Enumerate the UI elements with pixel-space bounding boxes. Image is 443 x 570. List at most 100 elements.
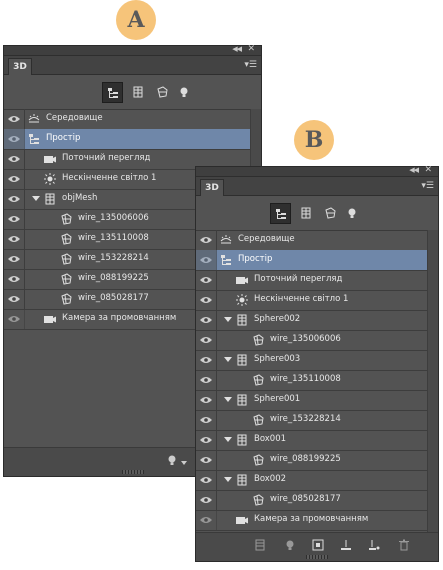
render-icon[interactable] bbox=[312, 539, 324, 551]
material-icon bbox=[252, 454, 264, 466]
layer-row[interactable]: Sphere002 bbox=[196, 310, 427, 331]
drop-to-ground-icon[interactable] bbox=[368, 539, 380, 551]
scene-icon bbox=[220, 254, 232, 266]
layer-label: Камера за промовчанням bbox=[62, 313, 177, 323]
filter-materials-button[interactable] bbox=[320, 203, 340, 223]
visibility-eye-icon[interactable] bbox=[196, 230, 217, 250]
camera-icon bbox=[44, 313, 56, 325]
visibility-eye-icon[interactable] bbox=[4, 249, 25, 269]
layer-row[interactable]: wire_088199225 bbox=[196, 450, 427, 471]
expand-triangle-icon[interactable] bbox=[224, 437, 232, 442]
layer-row[interactable]: Простір bbox=[4, 129, 250, 150]
layer-row[interactable]: Середовище bbox=[4, 109, 250, 130]
layer-label: wire_135006006 bbox=[270, 334, 341, 344]
visibility-eye-icon[interactable] bbox=[4, 209, 25, 229]
visibility-eye-icon[interactable] bbox=[196, 430, 217, 450]
visibility-eye-icon[interactable] bbox=[196, 290, 217, 310]
panel-menu-icon[interactable]: ▾☰ bbox=[244, 60, 257, 70]
filter-meshes-button[interactable] bbox=[296, 203, 316, 223]
layer-label: Середовище bbox=[238, 234, 295, 244]
layer-row[interactable]: wire_135110008 bbox=[196, 370, 427, 391]
layer-row[interactable]: Середовище bbox=[196, 230, 427, 251]
filter-whole-scene-button[interactable] bbox=[102, 82, 123, 103]
material-icon bbox=[60, 253, 72, 265]
layer-row[interactable]: Sphere001 bbox=[196, 390, 427, 411]
filter-whole-scene-button[interactable] bbox=[270, 203, 291, 224]
expand-triangle-icon[interactable] bbox=[32, 196, 40, 201]
visibility-eye-icon[interactable] bbox=[196, 310, 217, 330]
expand-triangle-icon[interactable] bbox=[224, 397, 232, 402]
visibility-eye-icon[interactable] bbox=[4, 109, 25, 129]
visibility-eye-icon[interactable] bbox=[196, 410, 217, 430]
layer-row[interactable]: wire_153228214 bbox=[196, 410, 427, 431]
ground-plane-icon[interactable] bbox=[340, 539, 352, 551]
layer-label: wire_085028177 bbox=[78, 293, 149, 303]
layer-row[interactable]: Box002 bbox=[196, 470, 427, 491]
tab-row: 3D ▾☰ bbox=[196, 177, 438, 196]
panel-menu-icon[interactable]: ▾☰ bbox=[421, 181, 434, 191]
visibility-eye-icon[interactable] bbox=[196, 270, 217, 290]
trash-icon[interactable] bbox=[398, 539, 410, 551]
layer-row[interactable]: Простір bbox=[196, 250, 427, 271]
resize-grip[interactable] bbox=[306, 555, 328, 559]
panel-title-bar[interactable]: ◀◀ ✕ bbox=[196, 165, 438, 177]
layer-row[interactable]: Box001 bbox=[196, 430, 427, 451]
expand-triangle-icon[interactable] bbox=[224, 317, 232, 322]
expand-triangle-icon[interactable] bbox=[224, 357, 232, 362]
resize-grip[interactable] bbox=[121, 470, 144, 474]
collapse-arrows-icon[interactable]: ◀◀ bbox=[409, 166, 419, 174]
layer-label: Поточний перегляд bbox=[62, 153, 151, 163]
tab-row: 3D ▾☰ bbox=[4, 56, 261, 75]
layer-row[interactable]: wire_085028177 bbox=[196, 490, 427, 511]
visibility-eye-icon[interactable] bbox=[196, 370, 217, 390]
layer-label: Простір bbox=[46, 133, 81, 143]
layer-label: wire_088199225 bbox=[270, 454, 341, 464]
layer-row[interactable]: Поточний перегляд bbox=[196, 270, 427, 291]
layer-label: Sphere001 bbox=[254, 394, 301, 404]
visibility-eye-icon[interactable] bbox=[4, 269, 25, 289]
visibility-eye-icon[interactable] bbox=[4, 169, 25, 189]
camera-icon bbox=[44, 153, 56, 165]
visibility-eye-icon[interactable] bbox=[196, 470, 217, 490]
layer-row[interactable]: wire_135006006 bbox=[196, 330, 427, 351]
mesh-icon bbox=[44, 193, 56, 205]
expand-triangle-icon[interactable] bbox=[224, 477, 232, 482]
material-icon bbox=[60, 233, 72, 245]
marker-a: A bbox=[116, 0, 156, 40]
layer-row[interactable]: Sphere003 bbox=[196, 350, 427, 371]
visibility-eye-icon[interactable] bbox=[4, 289, 25, 309]
visibility-eye-icon[interactable] bbox=[4, 309, 25, 329]
visibility-eye-icon[interactable] bbox=[196, 450, 217, 470]
visibility-eye-icon[interactable] bbox=[196, 490, 217, 510]
panel-3d-b: ◀◀ ✕ 3D ▾☰ Середовище Простір Поточний пер… bbox=[195, 165, 439, 562]
add-light-icon[interactable] bbox=[166, 454, 178, 466]
visibility-eye-icon[interactable] bbox=[196, 330, 217, 350]
close-icon[interactable]: ✕ bbox=[424, 165, 432, 175]
visibility-eye-icon[interactable] bbox=[196, 250, 217, 270]
visibility-eye-icon[interactable] bbox=[4, 129, 25, 149]
visibility-eye-icon[interactable] bbox=[196, 390, 217, 410]
filter-meshes-button[interactable] bbox=[128, 82, 148, 102]
filter-materials-button[interactable] bbox=[152, 82, 172, 102]
filter-lights-button[interactable] bbox=[174, 82, 194, 102]
tab-3d[interactable]: 3D bbox=[8, 58, 32, 75]
visibility-eye-icon[interactable] bbox=[4, 229, 25, 249]
visibility-eye-icon[interactable] bbox=[196, 350, 217, 370]
layer-row[interactable]: Нескінченне світло 1 bbox=[196, 290, 427, 311]
tab-3d[interactable]: 3D bbox=[200, 179, 224, 196]
layer-row[interactable]: Камера за промовчанням bbox=[196, 510, 427, 531]
panel-title-bar[interactable]: ◀◀ ✕ bbox=[4, 44, 261, 56]
collapse-arrows-icon[interactable]: ◀◀ bbox=[232, 45, 242, 53]
dropdown-arrow-icon[interactable] bbox=[178, 457, 190, 469]
close-icon[interactable]: ✕ bbox=[247, 44, 255, 54]
visibility-eye-icon[interactable] bbox=[4, 189, 25, 209]
light-bulb-icon[interactable] bbox=[284, 539, 296, 551]
visibility-eye-icon[interactable] bbox=[4, 149, 25, 169]
filter-toolbar bbox=[196, 196, 438, 231]
mesh-icon[interactable] bbox=[254, 539, 266, 551]
scrollbar[interactable] bbox=[427, 230, 438, 532]
material-icon bbox=[252, 334, 264, 346]
visibility-eye-icon[interactable] bbox=[196, 510, 217, 530]
layer-label: wire_153228214 bbox=[78, 253, 149, 263]
filter-lights-button[interactable] bbox=[342, 203, 362, 223]
